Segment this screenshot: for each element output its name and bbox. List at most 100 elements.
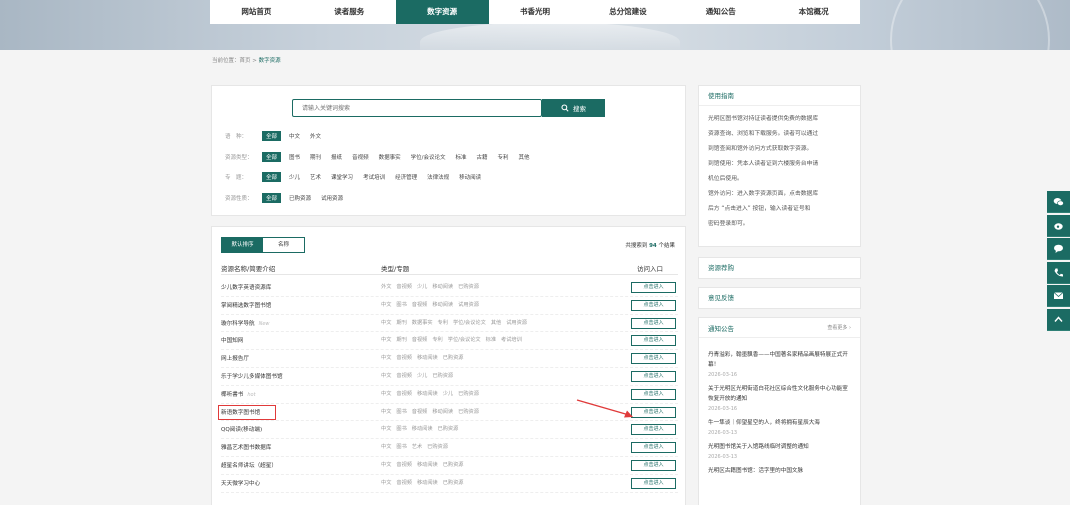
filter-option[interactable]: 经济管理	[393, 172, 419, 182]
back-to-top-button[interactable]	[1047, 308, 1070, 331]
category-tag[interactable]: 图书	[396, 409, 406, 415]
resource-name-link[interactable]: 椰听書书 hot	[221, 390, 256, 398]
category-tag[interactable]: 中文	[381, 426, 391, 432]
search-input[interactable]	[293, 100, 541, 116]
resource-name-link[interactable]: 雅昌艺术图书数据库	[221, 443, 271, 451]
nav-about[interactable]: 本馆概况	[767, 0, 860, 24]
category-tag[interactable]: 中文	[381, 355, 391, 361]
enter-button[interactable]: 点击进入	[631, 335, 676, 347]
filter-option[interactable]: 数据事实	[377, 152, 403, 162]
category-tag[interactable]: 音视频	[396, 373, 412, 379]
category-tag[interactable]: 专利	[432, 337, 442, 343]
weibo-button[interactable]	[1047, 214, 1070, 237]
resource-name-link[interactable]: 掌阅精选数字图书馆	[221, 301, 271, 309]
category-tag[interactable]: 少儿	[443, 391, 453, 397]
resource-name-link[interactable]: 璇尔科学导航 New	[221, 319, 269, 327]
nav-notices[interactable]: 通知公告	[674, 0, 767, 24]
category-tag[interactable]: 已购资源	[443, 462, 464, 468]
notice-item[interactable]: 光明区古籍图书馆：活字里的中国文脉	[699, 460, 860, 476]
resource-name-link[interactable]: 超星名师讲坛（超星）	[221, 461, 277, 469]
notice-item-title[interactable]: 关于光明区光明街道白花社区综合性文化服务中心功能室恢复开放的通知	[708, 384, 851, 404]
phone-button[interactable]	[1047, 261, 1070, 284]
filter-option[interactable]: 全部	[262, 192, 282, 203]
nav-reader-services[interactable]: 读者服务	[303, 0, 396, 24]
category-tag[interactable]: 中文	[381, 320, 391, 326]
category-tag[interactable]: 试用资源	[458, 302, 479, 308]
category-tag[interactable]: 中文	[381, 337, 391, 343]
category-tag[interactable]: 中文	[381, 409, 391, 415]
category-tag[interactable]: 已购资源	[458, 284, 479, 290]
filter-option[interactable]: 已购资源	[287, 193, 313, 203]
resource-name-link[interactable]: 网上报告厅	[221, 354, 249, 362]
filter-option[interactable]: 法律法规	[425, 172, 451, 182]
category-tag[interactable]: 期刊	[396, 337, 406, 343]
category-tag[interactable]: 移动阅读	[417, 391, 438, 397]
category-tag[interactable]: 少儿	[417, 373, 427, 379]
category-tag[interactable]: 中文	[381, 462, 391, 468]
notice-item[interactable]: 丹青溢彩，翰墨飘香——中国著名家精品画展特展正式开幕！ 2026-03-16	[699, 344, 860, 378]
enter-button[interactable]: 点击进入	[631, 282, 676, 293]
category-tag[interactable]: 艺术	[412, 444, 422, 450]
feedback-panel[interactable]: 意见反馈	[698, 287, 861, 309]
filter-option[interactable]: 外文	[308, 131, 323, 141]
category-tag[interactable]: 音视频	[396, 391, 412, 397]
enter-button[interactable]: 点击进入	[631, 317, 676, 329]
category-tag[interactable]: 音视频	[396, 462, 412, 468]
enter-button[interactable]: 点击进入	[631, 406, 676, 418]
nav-home[interactable]: 网站首页	[210, 0, 303, 24]
category-tag[interactable]: 专利	[438, 320, 448, 326]
resource-name-link[interactable]: QQ阅读(移动端)	[221, 425, 262, 433]
notice-item-title[interactable]: 牛一隼谈｜仰望星空的人，终将拥有星辰大海	[708, 418, 851, 428]
filter-option[interactable]: 古籍	[474, 152, 489, 162]
enter-button[interactable]: 点击进入	[631, 459, 676, 471]
filter-option[interactable]: 音视频	[350, 152, 371, 162]
chat-button[interactable]	[1047, 238, 1070, 260]
category-tag[interactable]: 已购资源	[438, 426, 459, 432]
category-tag[interactable]: 音视频	[396, 284, 412, 290]
filter-option[interactable]: 其他	[517, 152, 532, 162]
filter-option[interactable]: 学位/会议论文	[409, 152, 448, 162]
category-tag[interactable]: 已购资源	[432, 373, 453, 379]
category-tag[interactable]: 音视频	[412, 302, 428, 308]
category-tag[interactable]: 移动阅读	[432, 302, 453, 308]
category-tag[interactable]: 已购资源	[443, 480, 464, 486]
category-tag[interactable]: 中文	[381, 373, 391, 379]
category-tag[interactable]: 中文	[381, 444, 391, 450]
sort-tab-default[interactable]: 默认排序	[222, 238, 263, 252]
category-tag[interactable]: 中文	[381, 391, 391, 397]
filter-option[interactable]: 中文	[287, 131, 302, 141]
breadcrumb-home[interactable]: 首页	[240, 58, 251, 64]
category-tag[interactable]: 学位/会议论文	[448, 337, 481, 343]
notice-item[interactable]: 光明图书馆关于入馆路线临时调整的通知 2026-03-13	[699, 436, 860, 460]
wechat-button[interactable]	[1047, 191, 1070, 213]
filter-option[interactable]: 移动阅读	[457, 172, 483, 182]
filter-option[interactable]: 期刊	[308, 152, 323, 162]
filter-option[interactable]: 报纸	[329, 152, 344, 162]
resource-name-link[interactable]: 少儿数字英语资源库	[221, 283, 271, 291]
resource-recommend-link[interactable]: 资源荐购	[699, 258, 860, 278]
notice-item-title[interactable]: 丹青溢彩，翰墨飘香——中国著名家精品画展特展正式开幕！	[708, 350, 851, 370]
category-tag[interactable]: 图书	[396, 444, 406, 450]
category-tag[interactable]: 考试培训	[501, 337, 522, 343]
category-tag[interactable]: 其他	[491, 320, 501, 326]
category-tag[interactable]: 移动阅读	[432, 409, 453, 415]
enter-button[interactable]: 点击进入	[631, 424, 676, 436]
filter-option[interactable]: 课堂学习	[329, 172, 355, 182]
category-tag[interactable]: 图书	[396, 426, 406, 432]
notice-item-title[interactable]: 光明区古籍图书馆：活字里的中国文脉	[708, 466, 851, 476]
nav-branch-construction[interactable]: 总分馆建设	[581, 0, 674, 24]
enter-button[interactable]: 点击进入	[631, 299, 676, 311]
category-tag[interactable]: 少儿	[417, 284, 427, 290]
notice-more-link[interactable]: 查看更多 ›	[827, 324, 851, 331]
filter-option[interactable]: 试用资源	[319, 193, 345, 203]
notice-item[interactable]: 牛一隼谈｜仰望星空的人，终将拥有星辰大海 2026-03-13	[699, 412, 860, 436]
resource-name-link[interactable]: 乐于学少儿多媒体图书馆	[221, 372, 283, 380]
filter-option[interactable]: 图书	[287, 152, 302, 162]
filter-option[interactable]: 专利	[495, 152, 510, 162]
filter-option[interactable]: 全部	[262, 172, 282, 182]
category-tag[interactable]: 试用资源	[506, 320, 527, 326]
category-tag[interactable]: 移动阅读	[412, 426, 433, 432]
category-tag[interactable]: 已购资源	[458, 391, 479, 397]
category-tag[interactable]: 已购资源	[458, 409, 479, 415]
resource-name-link[interactable]: 天天微学习中心	[221, 479, 260, 487]
